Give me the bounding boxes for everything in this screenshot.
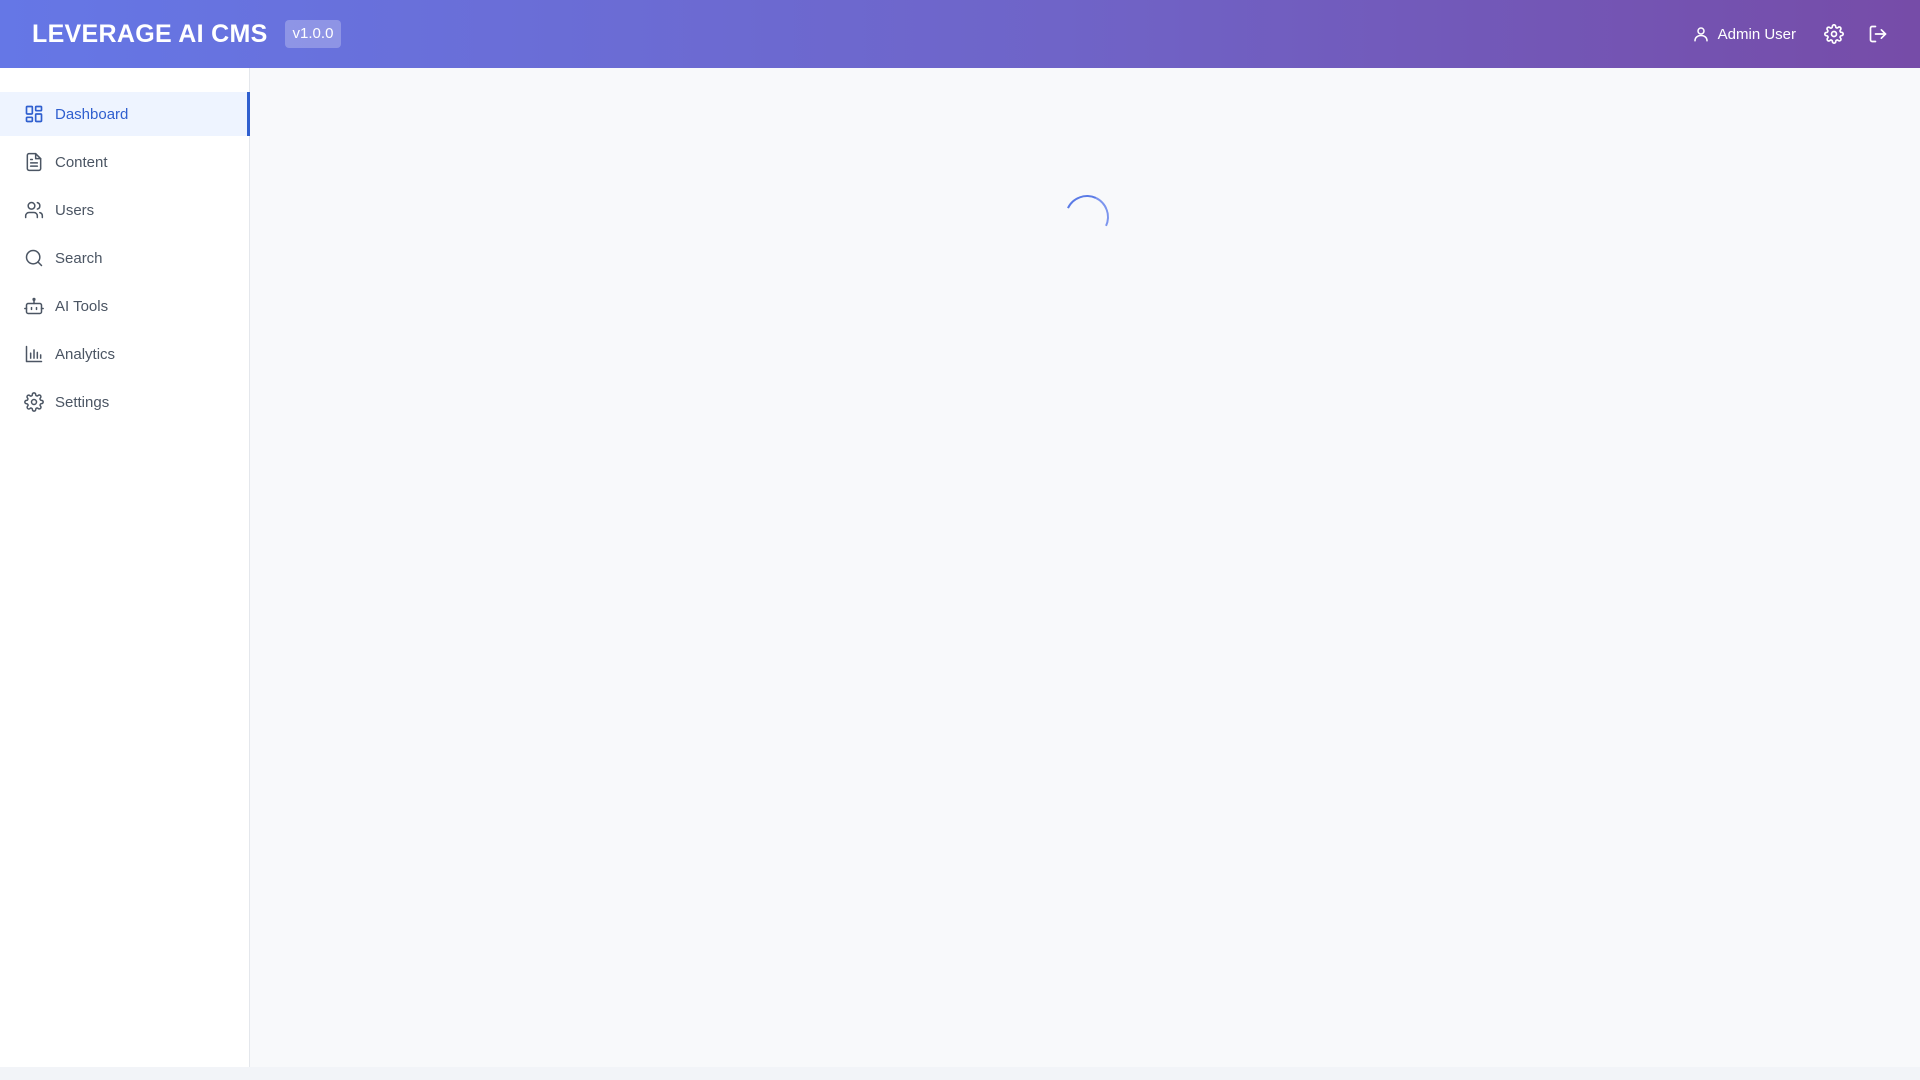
gear-icon [24,392,44,412]
sidebar-item-label: Settings [55,393,110,411]
logout-button[interactable] [1866,22,1890,46]
sidebar-item-label: Search [55,249,103,267]
user-icon [1692,25,1710,43]
sidebar-item-ai-tools[interactable]: AI Tools [0,284,249,328]
version-badge: v1.0.0 [284,20,342,48]
user-menu[interactable]: Admin User [1692,25,1796,43]
header-actions: Admin User [1692,22,1890,46]
app-title: LEVERAGE AI CMS [32,19,268,48]
header-settings-button[interactable] [1822,22,1846,46]
sidebar-item-content[interactable]: Content [0,140,249,184]
gear-icon [1824,24,1844,44]
sidebar-item-users[interactable]: Users [0,188,249,232]
logout-icon [1868,24,1888,44]
bar-chart-icon [24,344,44,364]
dashboard-icon [24,104,44,124]
document-icon [24,152,44,172]
loading-spinner [1058,188,1116,246]
top-header: LEVERAGE AI CMS v1.0.0 Admin User [0,0,1920,68]
robot-icon [24,296,44,316]
sidebar-item-dashboard[interactable]: Dashboard [0,92,250,136]
users-icon [24,200,44,220]
main-content [250,68,1920,1067]
sidebar-item-search[interactable]: Search [0,236,249,280]
sidebar-item-label: Analytics [55,345,116,363]
app-shell: LEVERAGE AI CMS v1.0.0 Admin User Dashbo… [0,0,1920,1067]
sidebar-item-label: Users [55,201,95,219]
sidebar: Dashboard Content Users Search AI Tools … [0,68,250,1067]
sidebar-item-label: Dashboard [55,105,129,123]
user-name: Admin User [1717,25,1796,43]
sidebar-item-label: Content [55,153,108,171]
sidebar-item-analytics[interactable]: Analytics [0,332,249,376]
sidebar-item-settings[interactable]: Settings [0,380,249,424]
search-icon [24,248,44,268]
sidebar-item-label: AI Tools [55,297,109,315]
brand: LEVERAGE AI CMS v1.0.0 [32,19,342,49]
